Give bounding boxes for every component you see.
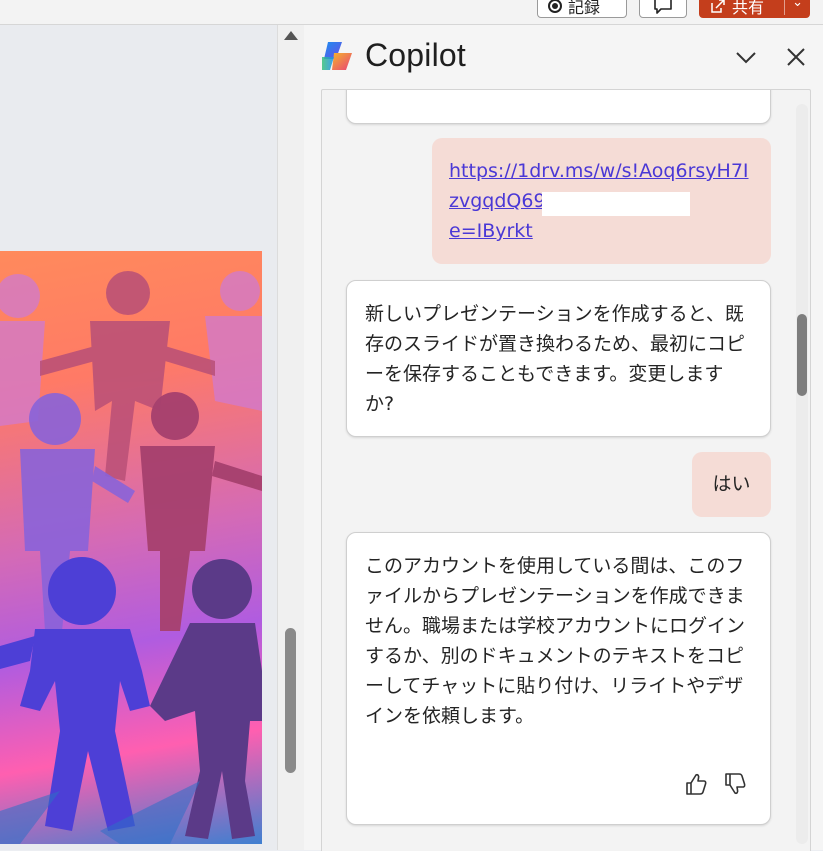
share-icon — [711, 0, 725, 13]
slide-image[interactable] — [0, 251, 262, 844]
thumbs-up-icon[interactable] — [683, 771, 709, 797]
assistant-message-text: 新しいプレゼンテーションを作成すると、既存のスライドが置き換わるため、最初にコピ… — [365, 303, 746, 415]
comment-icon — [654, 0, 672, 14]
chat-scrollbar-thumb[interactable] — [797, 314, 807, 396]
thumbs-down-icon[interactable] — [722, 771, 748, 797]
chat-scrollbar[interactable] — [796, 104, 808, 844]
assistant-message: 新しいプレゼンテーションを作成すると、既存のスライドが置き換わるため、最初にコピ… — [346, 280, 771, 437]
share-dropdown-icon[interactable]: ⌄ — [792, 0, 803, 10]
paper-people-image — [0, 271, 262, 844]
user-message-link: https://1drv.ms/w/s!Aoq6rsyH7IzvgqdQ69 e=… — [432, 138, 771, 264]
assistant-message-text: このアカウントを使用している間は、このファイルからプレゼンテーションを作成できま… — [365, 555, 746, 727]
top-toolbar: 記録 共有 ⌄ — [0, 0, 823, 25]
user-message-text: はい — [712, 473, 751, 495]
share-label: 共有 — [732, 0, 765, 17]
copilot-logo-icon — [322, 42, 352, 70]
user-message: はい — [692, 452, 771, 517]
copilot-title: Copilot — [365, 37, 467, 73]
slide-scrollbar-thumb[interactable] — [285, 628, 296, 773]
chevron-down-icon[interactable] — [734, 45, 758, 69]
assistant-message: このアカウントを使用している間は、このファイルからプレゼンテーションを作成できま… — [346, 532, 771, 825]
record-button[interactable]: 記録 — [537, 0, 627, 18]
close-icon[interactable] — [784, 45, 808, 69]
record-icon — [548, 0, 562, 13]
comment-button[interactable] — [639, 0, 687, 18]
share-button[interactable]: 共有 ⌄ — [699, 0, 810, 18]
assistant-message-previous — [346, 90, 771, 124]
slide-canvas — [0, 25, 277, 850]
link-text-end: e=IByrkt — [449, 220, 533, 242]
chat-history[interactable]: https://1drv.ms/w/s!Aoq6rsyH7IzvgqdQ69 e=… — [321, 89, 811, 851]
redaction-box — [542, 192, 690, 216]
slide-scrollbar[interactable] — [277, 25, 305, 850]
scroll-up-icon[interactable] — [284, 31, 298, 40]
copilot-header: Copilot — [304, 25, 823, 89]
copilot-pane: Copilot https://1drv.ms/w/s!Aoq6rsyH7Izv… — [304, 25, 823, 851]
record-label: 記録 — [568, 0, 601, 17]
